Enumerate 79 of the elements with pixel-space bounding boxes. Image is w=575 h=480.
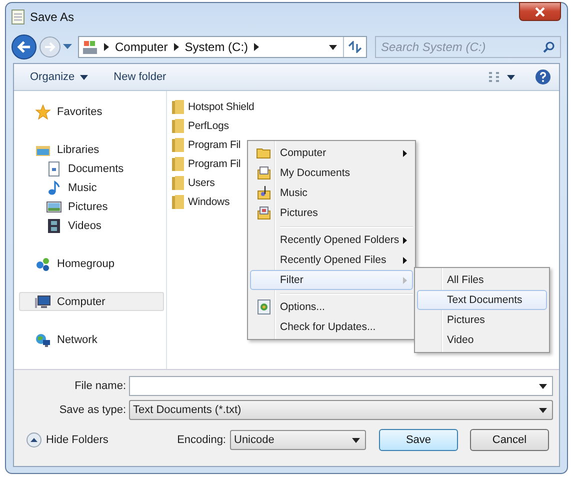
file-name-field[interactable] (129, 376, 553, 396)
submenu-arrow-icon (403, 150, 407, 156)
folder-icon (171, 194, 185, 210)
menu-item[interactable]: Text Documents (417, 290, 547, 310)
menu-item[interactable]: Options... (250, 297, 413, 317)
document-icon (46, 160, 62, 176)
menu-item[interactable]: All Files (417, 270, 547, 290)
dropdown-icon[interactable] (329, 44, 337, 50)
sidebar-item[interactable]: Network (19, 330, 164, 349)
chevron-up-icon (26, 432, 42, 448)
computer-icon (35, 294, 51, 310)
submenu-arrow-icon (403, 256, 407, 264)
address-bar[interactable]: Computer System (C:) (78, 36, 367, 58)
organize-menu[interactable]: Organize (30, 71, 88, 83)
cancel-button[interactable]: Cancel (470, 429, 549, 451)
menu-item[interactable]: Check for Updates... (250, 317, 413, 337)
chevron-icon[interactable] (254, 43, 260, 51)
drive-icon (82, 39, 98, 55)
menu-item[interactable]: Pictures (417, 310, 547, 330)
search-field[interactable]: Search System (C:) (375, 36, 561, 58)
dropdown-icon (80, 74, 88, 80)
music-note-icon (256, 185, 272, 201)
submenu-arrow-icon (403, 276, 407, 284)
folder-icon (171, 98, 185, 114)
save-as-type-dropdown[interactable]: Text Documents (*.txt) (129, 400, 553, 420)
menu-item[interactable]: Recently Opened Folders (250, 230, 413, 250)
sidebar-item[interactable]: Homegroup (19, 254, 164, 273)
chevron-icon[interactable] (104, 43, 109, 51)
file-name-label: File name: (74, 380, 127, 392)
breadcrumb[interactable]: System (C:) (184, 40, 248, 54)
back-button[interactable] (11, 34, 37, 60)
menu-item[interactable]: Filter (250, 270, 413, 290)
submenu-arrow-icon (403, 236, 407, 244)
film-icon (46, 218, 62, 234)
sidebar-item[interactable]: Computer (19, 292, 164, 311)
document-folder-icon (256, 165, 272, 181)
picture-folder-icon (256, 205, 272, 221)
view-options-button[interactable] (488, 71, 515, 83)
options-icon (256, 299, 272, 315)
sidebar-item[interactable]: Videos (19, 216, 164, 235)
chevron-icon[interactable] (174, 43, 179, 51)
menu-item[interactable]: Video (417, 330, 547, 350)
dropdown-icon (539, 408, 547, 412)
dropdown-icon (507, 74, 515, 80)
folder-icon (171, 118, 185, 134)
sidebar-item[interactable]: Favorites (19, 102, 164, 121)
star-icon (35, 104, 51, 120)
folder-icon (171, 156, 185, 172)
view-list-icon (488, 71, 502, 83)
close-button[interactable] (519, 2, 561, 21)
breadcrumb[interactable]: Computer (115, 40, 168, 54)
music-note-icon (46, 180, 62, 196)
new-folder-button[interactable]: New folder (114, 71, 166, 83)
folder-icon (171, 136, 185, 152)
menu-item[interactable]: Recently Opened Files (250, 250, 413, 270)
hide-folders-button[interactable]: Hide Folders (26, 432, 108, 448)
window-title: Save As (30, 10, 74, 24)
network-icon (35, 332, 51, 348)
sidebar-item[interactable]: Libraries (19, 140, 164, 159)
folder-item[interactable]: Hotspot Shield (171, 97, 254, 116)
search-icon (543, 41, 555, 53)
dropdown-icon (539, 384, 547, 388)
close-icon (534, 6, 546, 16)
folder-item[interactable]: PerfLogs (171, 116, 254, 135)
history-dropdown-icon[interactable] (63, 44, 72, 50)
folder-icon (171, 174, 185, 190)
sidebar-item[interactable]: Music (19, 178, 164, 197)
encoding-dropdown[interactable]: Unicode (230, 430, 366, 450)
sidebar-item[interactable]: Pictures (19, 197, 164, 216)
help-icon[interactable] (535, 69, 551, 85)
notepad-icon (11, 9, 25, 25)
sidebar-item[interactable]: Documents (19, 159, 164, 178)
dropdown-icon (352, 438, 360, 442)
save-button[interactable]: Save (379, 429, 458, 451)
encoding-label: Encoding: (177, 434, 226, 446)
refresh-icon (348, 41, 362, 53)
save-as-type-label: Save as type: (58, 404, 127, 416)
picture-icon (46, 198, 62, 214)
homegroup-icon (35, 256, 51, 272)
